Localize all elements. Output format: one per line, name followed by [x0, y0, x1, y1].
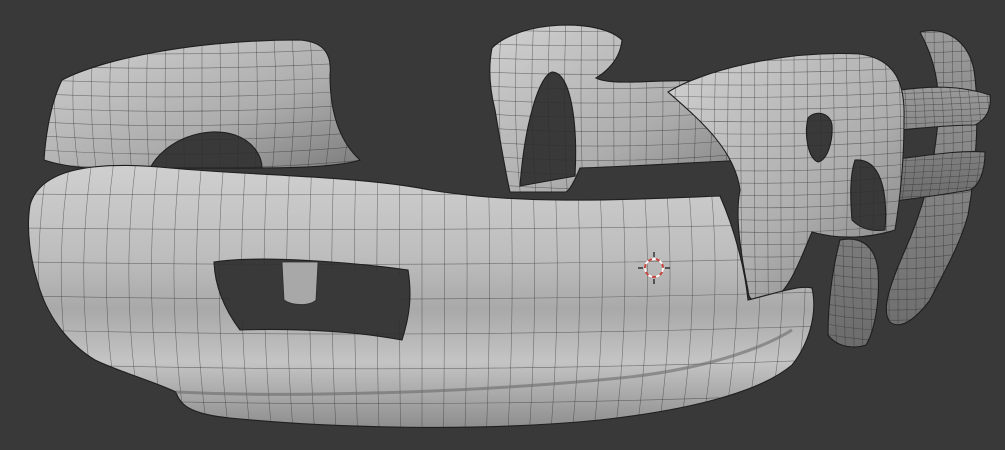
mesh-edge-ring	[489, 165, 755, 176]
mesh-edge-ring	[664, 44, 908, 48]
mesh-scene[interactable]	[0, 0, 1005, 450]
mesh-edge-ring	[828, 30, 977, 35]
rear-fender-left[interactable]	[36, 34, 368, 172]
mesh-edge-ring	[40, 34, 365, 40]
mesh-edge-ring	[826, 20, 982, 24]
3d-viewport[interactable]	[0, 0, 1005, 450]
bumper-vent-bracket	[281, 261, 319, 305]
front-bumper-surface[interactable]	[28, 165, 814, 428]
mesh-edge-loop	[359, 40, 360, 169]
mesh-edge-ring	[26, 428, 820, 439]
front-bumper[interactable]	[16, 156, 828, 439]
mesh-edge-ring	[486, 12, 760, 17]
mesh-edge-loop	[977, 24, 981, 352]
mesh-edge-loop	[483, 16, 490, 196]
mesh-edge-loop	[44, 40, 45, 169]
